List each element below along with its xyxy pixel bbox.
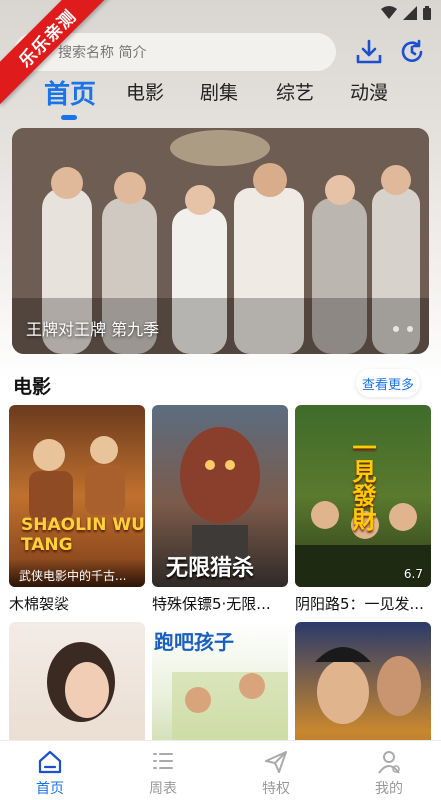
tab-anime[interactable]: 动漫 (350, 78, 388, 105)
nav-privileges[interactable]: 特权 (236, 749, 316, 798)
rating-score: 6.7 (403, 567, 423, 581)
movie-title: 木棉袈裟 (9, 595, 70, 613)
poster-title-art: 一見發財 (348, 435, 376, 531)
history-button[interactable] (397, 37, 427, 67)
search-placeholder: 搜索名称 简介 (58, 45, 147, 61)
poster-title-art: SHAOLIN WU TANG (21, 515, 145, 555)
poster-title-art: 无限猎杀 (166, 556, 255, 581)
tab-home[interactable]: 首页 (44, 74, 96, 111)
featured-banner[interactable]: 王牌对王牌 第九季 (12, 128, 429, 354)
bottom-nav: 首页 周表 特权 我的 (0, 740, 441, 800)
wifi-icon (381, 6, 397, 19)
movie-card[interactable]: SHAOLIN WU TANG 武侠电影中的千古... 木棉袈裟 (9, 405, 145, 614)
movie-poster: 一見發財 6.7 (295, 405, 431, 587)
tab-movies[interactable]: 电影 (126, 78, 164, 105)
poster-caption: 武侠电影中的千古... (9, 559, 145, 587)
movie-title: 特殊保镖5·无限... (152, 595, 271, 613)
signal-icon (403, 6, 417, 20)
download-button[interactable] (354, 37, 384, 67)
nav-schedule[interactable]: 周表 (123, 749, 203, 798)
movie-poster: 无限猎杀 (152, 405, 288, 587)
nav-label: 首页 (36, 781, 64, 797)
movie-title: 阴阳路5：一见发... (295, 595, 424, 613)
nav-home[interactable]: 首页 (10, 749, 90, 798)
list-icon (153, 753, 173, 769)
see-more-button[interactable]: 查看更多 (356, 369, 420, 397)
movie-card[interactable]: 无限猎杀 特殊保镖5·无限... (152, 405, 288, 614)
movie-poster: SHAOLIN WU TANG 武侠电影中的千古... (9, 405, 145, 587)
tab-series[interactable]: 剧集 (200, 78, 238, 105)
history-icon (401, 39, 423, 62)
carousel-dot (407, 326, 413, 332)
section-title-movies: 电影 (13, 376, 52, 398)
banner-caption: 王牌对王牌 第九季 (26, 320, 160, 339)
search-row: 搜索名称 简介 (0, 33, 441, 73)
user-icon (378, 751, 400, 774)
carousel-dot (393, 326, 399, 332)
nav-label: 我的 (375, 781, 403, 797)
carousel-dots (393, 326, 413, 332)
movie-card[interactable]: 一見發財 6.7 阴阳路5：一见发... (295, 405, 431, 614)
download-icon (356, 39, 382, 64)
battery-icon (423, 6, 431, 20)
tab-variety[interactable]: 综艺 (276, 78, 314, 105)
home-icon (38, 750, 62, 774)
nav-label: 周表 (149, 781, 177, 797)
nav-label: 特权 (262, 781, 290, 797)
category-tabs: 首页 电影 剧集 综艺 动漫 (0, 78, 441, 124)
tab-indicator (61, 115, 77, 120)
nav-me[interactable]: 我的 (349, 749, 429, 798)
send-icon (265, 751, 287, 773)
